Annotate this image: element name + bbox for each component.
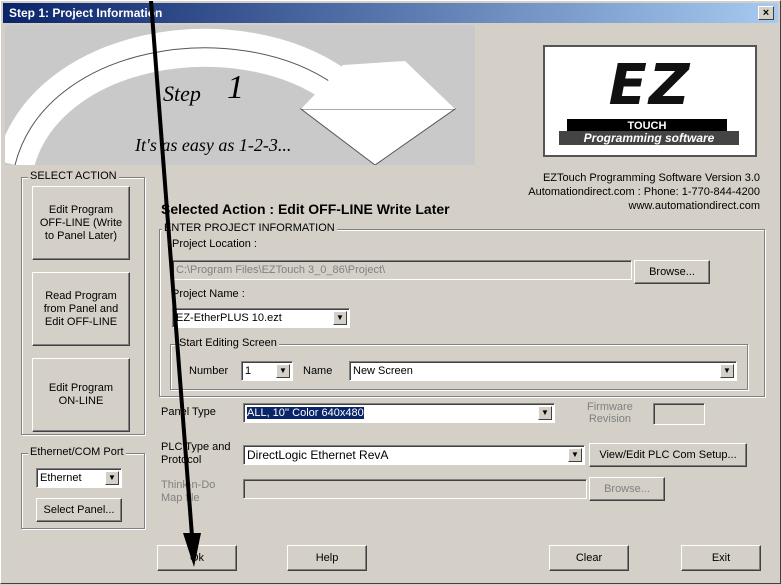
ok-button[interactable]: Ok [157,545,237,571]
select-panel-button[interactable]: Select Panel... [36,498,122,522]
help-button[interactable]: Help [287,545,367,571]
title-bar: Step 1: Project Information × [3,3,778,23]
logo-main-text: EZ [608,53,692,118]
edit-offline-button[interactable]: Edit Program OFF-LINE (Write to Panel La… [32,186,130,260]
chevron-down-icon[interactable]: ▼ [333,311,347,325]
project-info-group: ENTER PROJECT INFORMATION Project Locati… [159,222,765,397]
phone-line: Automationdirect.com : Phone: 1-770-844-… [528,186,760,198]
project-info-title: ENTER PROJECT INFORMATION [162,222,337,234]
thinkndo-browse-button[interactable]: Browse... [589,477,665,501]
step-label: Step [163,81,201,106]
project-name-combo[interactable]: EZ-EtherPLUS 10.ezt ▼ [172,308,350,328]
port-title: Ethernet/COM Port [28,446,126,458]
project-name-label: Project Name : [172,288,245,300]
project-location-label: Project Location : [172,238,257,250]
chevron-down-icon[interactable]: ▼ [105,471,119,485]
chevron-down-icon[interactable]: ▼ [568,448,582,462]
read-program-button[interactable]: Read Program from Panel and Edit OFF-LIN… [32,272,130,346]
step-banner: Step 1 It's as easy as 1-2-3... [5,25,475,165]
thinkndo-label: Think-n-Do Map file [161,479,216,504]
firmware-label: Firmware Revision [587,401,633,425]
firmware-field [653,403,705,425]
panel-type-combo[interactable]: ALL, 10'' Color 640x480 ▼ [243,403,555,423]
select-action-group: SELECT ACTION Edit Program OFF-LINE (Wri… [21,170,145,435]
plc-type-label: PLC Type and Protocol [161,441,231,466]
screen-number-combo[interactable]: 1 ▼ [241,361,293,381]
chevron-down-icon[interactable]: ▼ [538,406,552,420]
version-line: EZTouch Programming Software Version 3.0 [542,172,760,184]
dialog-window: Step 1: Project Information × Step 1 It'… [0,0,781,584]
clear-button[interactable]: Clear [549,545,629,571]
screen-name-value: New Screen [353,365,413,377]
chevron-down-icon[interactable]: ▼ [276,364,290,378]
exit-button[interactable]: Exit [681,545,761,571]
thinkndo-browse-label: Browse... [604,483,650,495]
panel-type-label: Panel Type [161,406,216,418]
panel-type-value: ALL, 10'' Color 640x480 [247,407,364,419]
project-location-field[interactable]: C:\Program Files\EZTouch 3_0_86\Project\ [172,260,632,280]
start-screen-group: Start Editing Screen Number 1 ▼ Name New… [170,337,748,390]
browse-location-button[interactable]: Browse... [634,260,710,284]
screen-number-label: Number [189,365,229,377]
step-number: 1 [227,69,244,106]
start-screen-title: Start Editing Screen [177,337,279,349]
chevron-down-icon[interactable]: ▼ [720,364,734,378]
plc-type-combo[interactable]: DirectLogic Ethernet RevA ▼ [243,445,585,465]
screen-name-combo[interactable]: New Screen ▼ [349,361,737,381]
thinkndo-field [243,479,587,499]
version-info: EZTouch Programming Software Version 3.0… [528,171,760,213]
tagline: It's as easy as 1-2-3... [135,135,292,155]
close-button[interactable]: × [758,6,774,20]
port-value: Ethernet [40,472,82,484]
logo-programming-text: Programming software [559,131,739,145]
eztouch-logo: EZ TOUCH Programming software [543,45,757,157]
edit-online-button[interactable]: Edit Program ON-LINE [32,358,130,432]
project-name-value: EZ-EtherPLUS 10.ezt [176,312,282,324]
plc-com-setup-button[interactable]: View/Edit PLC Com Setup... [589,443,747,467]
screen-name-label: Name [303,365,333,377]
selected-action-label: Selected Action : Edit OFF-LINE Write La… [161,201,450,217]
website-line: www.automationdirect.com [628,200,760,212]
screen-number-value: 1 [245,365,252,377]
select-action-title: SELECT ACTION [28,170,119,182]
plc-type-value: DirectLogic Ethernet RevA [247,448,389,462]
port-combo[interactable]: Ethernet ▼ [36,468,122,488]
window-title: Step 1: Project Information [9,6,163,20]
port-group: Ethernet/COM Port Ethernet ▼ Select Pane… [21,446,145,529]
